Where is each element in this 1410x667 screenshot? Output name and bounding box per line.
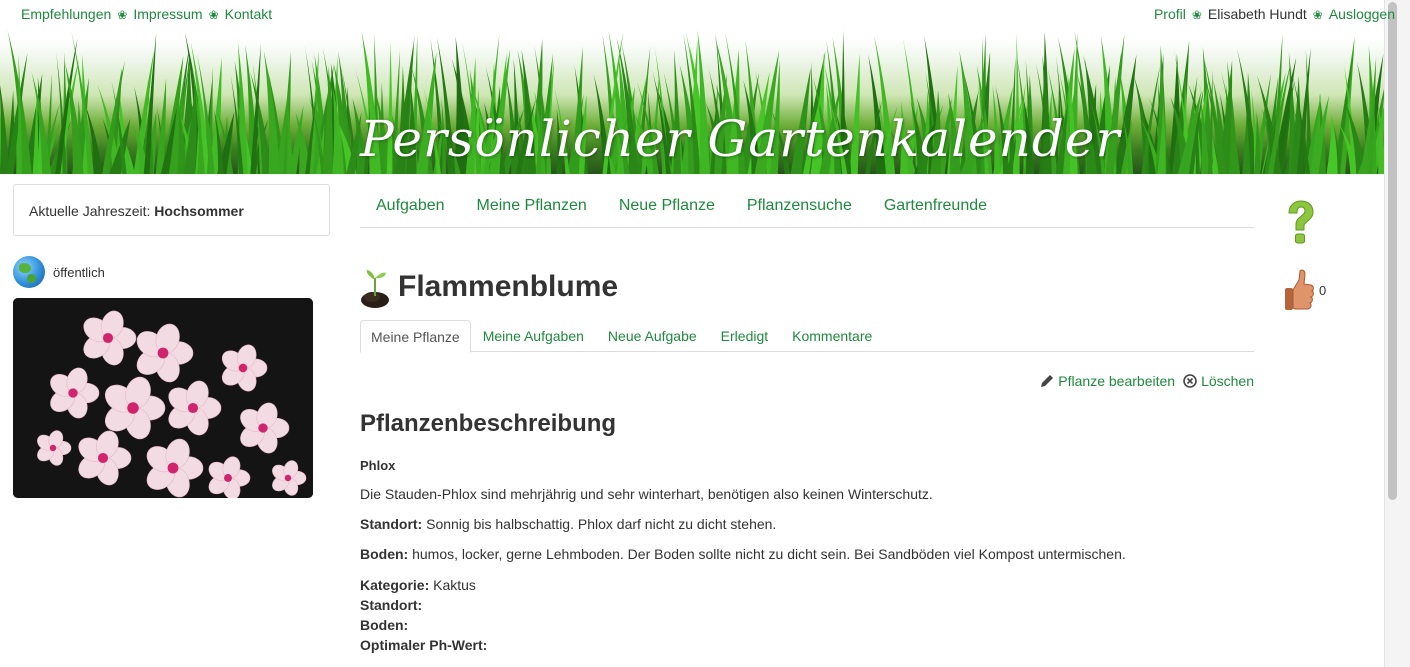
flower-separator-icon: ❀ [1191,8,1202,22]
season-label: Aktuelle Jahreszeit: [29,203,151,219]
tab-erledigt[interactable]: Erledigt [709,320,780,351]
edit-plant-label: Pflanze bearbeiten [1058,373,1176,389]
like-widget: 0 [1283,268,1326,312]
plant-actions: Pflanze bearbeiten Löschen [1040,373,1254,389]
tab-meine-aufgaben[interactable]: Meine Aufgaben [471,320,596,351]
grass-blade [1326,114,1338,174]
plant-title: Flammenblume [398,270,619,303]
tab-neue-aufgabe[interactable]: Neue Aufgabe [596,320,709,351]
link-empfehlungen[interactable]: Empfehlungen [21,6,111,22]
description-heading: Pflanzenbeschreibung [360,410,617,437]
globe-icon [13,256,45,288]
delete-plant-label: Löschen [1201,373,1254,389]
description-intro: Die Stauden-Phlox sind mehrjährig und se… [360,486,933,502]
nav-gartenfreunde[interactable]: Gartenfreunde [868,197,1003,215]
user-name: Elisabeth Hundt [1207,6,1307,22]
tab-kommentare[interactable]: Kommentare [780,320,884,351]
season-value: Hochsommer [154,203,244,219]
botanical-name: Phlox [360,458,396,473]
visibility-label: öffentlich [53,264,105,280]
link-impressum[interactable]: Impressum [133,6,202,22]
standort2-label: Standort: [360,597,423,613]
header-banner: Persönlicher Gartenkalender [0,0,1384,174]
nav-aufgaben[interactable]: Aufgaben [360,197,461,215]
link-profil[interactable]: Profil [1154,6,1186,22]
scrollbar-thumb[interactable] [1388,2,1397,500]
edit-plant-button[interactable]: Pflanze bearbeiten [1040,373,1175,389]
visibility-indicator: öffentlich [13,256,105,288]
kategorie-row: Kategorie: Kaktus [360,575,1254,595]
plant-tabs: Meine Pflanze Meine Aufgaben Neue Aufgab… [360,320,1254,353]
description-boden: Boden: humos, locker, gerne Lehmboden. D… [360,545,1254,563]
standort-label: Standort: [360,516,423,532]
top-nav-left: Empfehlungen ❀ Impressum ❀ Kontakt [21,6,272,22]
kategorie-value: Kaktus [429,577,476,593]
link-ausloggen[interactable]: Ausloggen [1329,6,1395,22]
kategorie-label: Kategorie: [360,577,430,593]
nav-neue-pflanze[interactable]: Neue Pflanze [603,197,731,215]
plant-photo [13,298,313,498]
ph-label: Optimaler Ph-Wert: [360,637,488,653]
pencil-icon [1041,375,1054,387]
flower-separator-icon: ❀ [117,8,128,22]
delete-plant-button[interactable]: Löschen [1183,373,1254,389]
grass-blade [0,85,9,174]
boden-text: humos, locker, gerne Lehmboden. Der Bode… [408,546,1126,562]
boden-row: Boden: [360,615,1254,635]
thumbs-up-icon[interactable] [1283,268,1315,312]
remove-circle-icon [1183,374,1197,388]
main-nav: Aufgaben Meine Pflanzen Neue Pflanze Pfl… [360,184,1254,228]
ph-row: Optimaler Ph-Wert: [360,635,1254,655]
boden2-label: Boden: [360,617,409,633]
site-title: Persönlicher Gartenkalender [360,110,1121,168]
flower-separator-icon: ❀ [1312,8,1323,22]
nav-meine-pflanzen[interactable]: Meine Pflanzen [461,197,603,215]
standort-text: Sonnig bis halbschattig. Phlox darf nich… [422,516,777,532]
link-kontakt[interactable]: Kontakt [225,6,272,22]
nav-pflanzensuche[interactable]: Pflanzensuche [731,197,868,215]
plant-description: Pflanzenbeschreibung Phlox Die Stauden-P… [360,410,1254,655]
standort-row: Standort: [360,595,1254,615]
like-count: 0 [1319,282,1327,298]
flower-separator-icon: ❀ [208,8,219,22]
plant-title-row: Flammenblume [360,266,618,308]
boden-label: Boden: [360,546,409,562]
description-standort: Standort: Sonnig bis halbschattig. Phlox… [360,515,1254,533]
top-nav-right: Profil ❀ Elisabeth Hundt ❀ Ausloggen [1154,6,1395,22]
tab-meine-pflanze[interactable]: Meine Pflanze [360,320,471,353]
help-question-icon[interactable] [1284,200,1316,246]
seedling-icon [361,270,389,308]
season-box: Aktuelle Jahreszeit: Hochsommer [13,184,330,236]
